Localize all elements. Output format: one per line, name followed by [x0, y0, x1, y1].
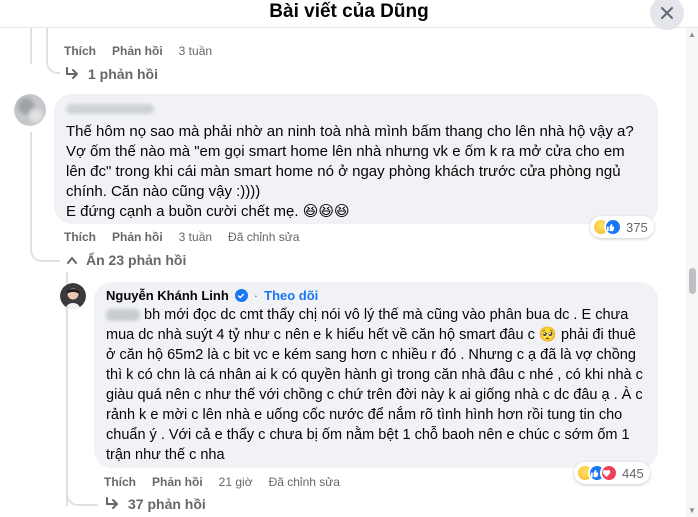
comments-scroll-area[interactable]: Thích Phản hồi 3 tuần 1 phản hồi Thế hôm…	[0, 28, 698, 517]
scrollbar-thumb[interactable]	[689, 268, 696, 294]
view-replies-link[interactable]: 37 phản hồi	[104, 496, 206, 512]
author-name[interactable]: Nguyễn Khánh Linh	[106, 288, 229, 303]
like-button[interactable]: Thích	[64, 44, 96, 58]
reply-actions: Thích Phản hồi 21 giờ Đã chỉnh sửa	[104, 475, 340, 489]
blurred-mention	[106, 309, 140, 322]
like-button[interactable]: Thích	[64, 230, 96, 244]
reaction-summary[interactable]: 375	[590, 216, 654, 238]
scrollbar[interactable]: ▲ ▼	[686, 28, 698, 517]
reply-button[interactable]: Phản hồi	[112, 230, 163, 244]
top-comment-actions: Thích Phản hồi 3 tuần	[64, 44, 212, 58]
view-replies-link[interactable]: 1 phản hồi	[64, 66, 158, 82]
avatar[interactable]	[60, 283, 86, 309]
close-button[interactable]	[650, 0, 684, 30]
hide-replies-label: Ẩn 23 phản hồi	[86, 252, 187, 268]
comment-time[interactable]: 3 tuần	[179, 44, 212, 58]
view-replies-label: 37 phản hồi	[128, 496, 206, 512]
edited-label: Đã chỉnh sửa	[228, 230, 300, 244]
scroll-down-icon[interactable]: ▼	[688, 506, 696, 515]
reply-button[interactable]: Phản hồi	[112, 44, 163, 58]
reply-arrow-icon	[66, 67, 78, 79]
edited-label: Đã chỉnh sửa	[268, 475, 340, 489]
thread-curve	[66, 486, 98, 506]
comment-text: Thế hôm nọ sao mà phải nhờ an ninh toà n…	[66, 123, 634, 220]
follow-button[interactable]: Theo dõi	[264, 288, 318, 303]
comment-time[interactable]: 3 tuần	[179, 230, 212, 244]
love-reaction-icon	[600, 464, 618, 482]
verified-badge-icon	[234, 289, 248, 302]
chevron-up-icon	[67, 257, 77, 264]
thread-line	[30, 28, 32, 64]
reply-text: bh mới đọc dc cmt thấy chị nói vô lý thế…	[106, 305, 646, 465]
thread-line	[30, 132, 32, 252]
blurred-avatar-icon	[14, 94, 46, 126]
comment-bubble: Thế hôm nọ sao mà phải nhờ an ninh toà n…	[54, 94, 658, 224]
close-icon	[661, 7, 673, 19]
view-replies-label: 1 phản hồi	[88, 66, 158, 82]
like-reaction-icon	[604, 218, 622, 236]
reply-button[interactable]: Phản hồi	[152, 475, 203, 489]
blurred-author-name[interactable]	[66, 104, 154, 114]
reply-bubble: Nguyễn Khánh Linh · Theo dõi bh mới đọc …	[94, 282, 658, 468]
reaction-count: 375	[626, 219, 648, 235]
thread-curve	[46, 28, 60, 74]
user-avatar-icon	[60, 283, 86, 309]
dialog-title: Bài viết của Dũng	[269, 1, 429, 22]
comment-time[interactable]: 21 giờ	[219, 475, 253, 489]
thread-curve	[30, 246, 60, 262]
scroll-up-icon[interactable]: ▲	[688, 30, 696, 39]
reply-arrow-icon	[106, 497, 118, 509]
reply-header: Nguyễn Khánh Linh · Theo dõi	[106, 288, 319, 303]
hide-replies-link[interactable]: Ẩn 23 phản hồi	[66, 252, 186, 268]
avatar[interactable]	[14, 94, 46, 126]
dialog-header: Bài viết của Dũng	[0, 0, 698, 30]
like-button[interactable]: Thích	[104, 475, 136, 489]
reaction-summary[interactable]: 445	[574, 462, 650, 484]
reaction-count: 445	[622, 465, 644, 481]
comment-actions: Thích Phản hồi 3 tuần Đã chỉnh sửa	[64, 230, 299, 244]
reply-text-body: bh mới đọc dc cmt thấy chị nói vô lý thế…	[106, 307, 643, 463]
